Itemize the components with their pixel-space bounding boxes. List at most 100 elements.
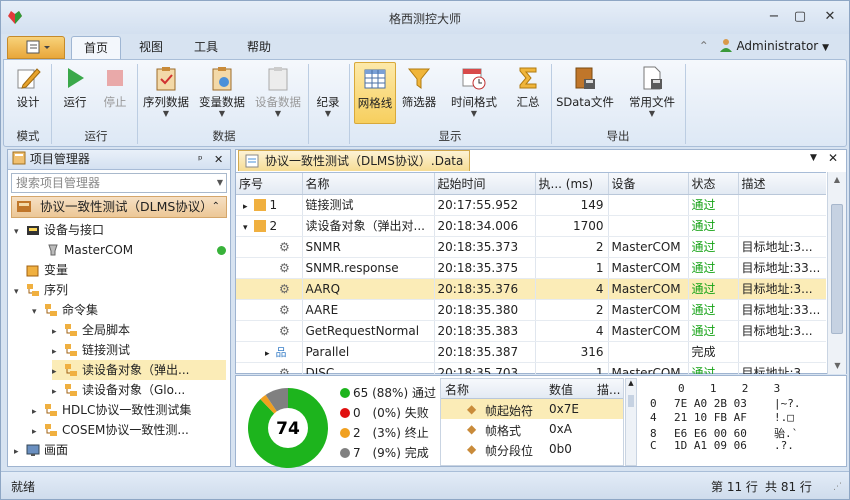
row-device: MasterCOM <box>608 362 689 374</box>
data-document-panel: 协议一致性测试（DLMS协议）.Data ▼ ✕ 序号 名称 起始时间 执...… <box>235 149 847 374</box>
status-text: 就绪 <box>11 480 36 494</box>
scroll-thumb[interactable] <box>831 204 843 334</box>
row-duration: 316 <box>535 341 609 363</box>
props-col-name[interactable]: 名称 <box>445 381 469 398</box>
stop-button[interactable]: 停止 <box>96 62 134 124</box>
tab-view[interactable]: 视图 <box>125 36 177 59</box>
tree-item-mastercom[interactable]: MasterCOM <box>34 240 226 260</box>
row-duration: 4 <box>535 320 609 342</box>
tree-item-cosem-suite[interactable]: ▸ COSEM协议一致性测... <box>32 420 189 440</box>
row-status: 通过 <box>688 320 739 342</box>
tree-item-devices[interactable]: ▾ 设备与接口 <box>14 220 104 240</box>
search-placeholder: 搜索项目管理器 <box>16 176 101 190</box>
close-button[interactable]: ✕ <box>819 8 841 26</box>
tree-item-variables[interactable]: 变量 <box>26 260 68 280</box>
collapse-icon[interactable]: ⌃ <box>212 197 220 217</box>
vertical-scrollbar[interactable]: ▲ ▼ <box>827 172 846 374</box>
pencil-icon <box>17 68 41 89</box>
props-row-selected[interactable]: ◆ 帧起始符 0x7E <box>441 399 623 419</box>
legend-dot <box>340 388 350 398</box>
tab-tools[interactable]: 工具 <box>181 36 231 59</box>
status-row: 第 11 行 <box>711 480 758 494</box>
props-col-value[interactable]: 数值 <box>549 381 573 398</box>
table-row[interactable]: ▸ 品 Parallel 20:18:35.387 316 完成 <box>236 341 826 363</box>
tree-item-sequence[interactable]: ▾ 序列 <box>14 280 68 300</box>
row-description: 目标地址:3... <box>738 362 826 374</box>
col-header-status[interactable]: 状态 <box>688 173 739 195</box>
table-row[interactable]: ⚙ AARE 20:18:35.380 2 MasterCOM 通过 目标地址:33... <box>236 299 826 321</box>
ribbon-tab-bar: 首页 视图 工具 帮助 ⌃ Administrator ▼ <box>1 34 849 59</box>
design-button[interactable]: 设计 <box>8 62 48 124</box>
tab-help[interactable]: 帮助 <box>235 36 283 59</box>
document-save-icon <box>643 66 662 90</box>
table-row[interactable]: ▾ 2 读设备对象（弹出对... 20:18:34.006 1700 通过 <box>236 215 826 237</box>
project-manager-icon <box>12 151 26 165</box>
table-row[interactable]: ⚙ SNMR.response 20:18:35.375 1 MasterCOM 通过 目标… <box>236 257 826 279</box>
pin-icon[interactable]: ᵖ <box>198 150 203 169</box>
expand-icon[interactable]: ▸ <box>243 202 248 212</box>
gear-icon: ⚙ <box>279 323 290 338</box>
col-header-name[interactable]: 名称 <box>302 173 435 195</box>
sdata-file-button[interactable]: SData文件 <box>554 62 616 124</box>
user-menu[interactable]: ⌃ Administrator ▼ <box>699 38 829 53</box>
row-name: SNMR.response <box>302 257 435 279</box>
record-button[interactable]: 纪录 ▼ <box>310 94 346 124</box>
tree-item-link-test[interactable]: ▸ 链接测试 <box>52 340 130 360</box>
tree-item-hdlc-suite[interactable]: ▸ HDLC协议一致性测试集 <box>32 400 191 420</box>
tab-list-icon[interactable]: ▼ <box>810 153 817 163</box>
row-time: 20:18:35.375 <box>434 257 536 279</box>
props-row[interactable]: ◆ 帧分段位 0b0 <box>441 439 623 459</box>
project-selector[interactable]: 协议一致性测试（DLMS协议） ⌃ <box>11 196 227 218</box>
time-format-button[interactable]: 时间格式 ▼ <box>446 62 502 124</box>
table-row-selected[interactable]: ⚙ AARQ 20:18:35.376 4 MasterCOM 通过 目标地址:3... <box>236 278 826 300</box>
col-header-duration[interactable]: 执... (ms) <box>535 173 609 195</box>
scroll-up-icon[interactable]: ▲ <box>828 172 846 188</box>
device-data-button[interactable]: 设备数据 ▼ <box>252 62 304 124</box>
chevron-down-icon[interactable]: ▼ <box>217 174 223 192</box>
panel-close-icon[interactable]: ✕ <box>214 150 223 169</box>
legend-completed: 7 (9%) 完成 <box>340 444 429 461</box>
collapse-ribbon-icon[interactable]: ⌃ <box>699 39 709 53</box>
props-col-desc[interactable]: 描... <box>597 381 620 398</box>
tree-item-screens[interactable]: ▸ 画面 <box>14 440 68 460</box>
run-button[interactable]: 运行 <box>56 62 94 124</box>
row-seq: ▾ 2 <box>236 215 303 237</box>
group-export-label: 导出 <box>606 129 630 143</box>
variable-data-button[interactable]: 变量数据 ▼ <box>196 62 248 124</box>
tree-item-global-script[interactable]: ▸ 全局脚本 <box>52 320 130 340</box>
minimize-button[interactable]: − <box>763 8 785 26</box>
document-close-icon[interactable]: ✕ <box>828 151 838 165</box>
search-input[interactable]: 搜索项目管理器 ▼ <box>11 173 227 193</box>
row-status: 通过 <box>688 362 739 374</box>
col-header-seq[interactable]: 序号 <box>236 173 303 195</box>
legend-aborted: 2 (3%) 终止 <box>340 424 429 441</box>
props-scrollbar[interactable]: ▲ <box>625 378 637 466</box>
document-tab[interactable]: 协议一致性测试（DLMS协议）.Data <box>238 150 470 171</box>
tab-home[interactable]: 首页 <box>71 36 121 59</box>
expand-icon[interactable]: ▸ <box>265 349 270 359</box>
resize-grip-icon[interactable]: ⋰ <box>833 482 842 492</box>
restore-button[interactable]: ▢ <box>789 8 811 26</box>
collapse-icon[interactable]: ▾ <box>243 223 248 233</box>
gridlines-button[interactable]: 网格线 <box>354 62 396 124</box>
props-header: 名称 数值 描... <box>441 379 623 399</box>
table-row[interactable]: ⚙ DISC 20:18:35.703 1 MasterCOM 通过 目标地址:3... <box>236 362 826 374</box>
sequence-data-button[interactable]: 序列数据 ▼ <box>140 62 192 124</box>
col-header-device[interactable]: 设备 <box>608 173 689 195</box>
common-file-button[interactable]: 常用文件 ▼ <box>624 62 680 124</box>
filter-button[interactable]: 筛选器 <box>398 62 440 124</box>
summary-button[interactable]: 汇总 <box>508 62 548 124</box>
network-icon: 品 <box>275 345 287 359</box>
application-menu-button[interactable] <box>7 36 65 59</box>
scroll-down-icon[interactable]: ▼ <box>828 358 847 374</box>
col-header-description[interactable]: 描述 <box>738 173 826 195</box>
table-row[interactable]: ▸ 1 链接测试 20:17:55.952 149 通过 <box>236 194 826 216</box>
props-row[interactable]: ◆ 帧格式 0xA <box>441 419 623 439</box>
tree-item-command-set[interactable]: ▾ 命令集 <box>32 300 98 320</box>
col-header-start-time[interactable]: 起始时间 <box>434 173 536 195</box>
tree-item-read-object-popup[interactable]: ▸ 读设备对象（弹出... <box>52 360 226 380</box>
tree-item-read-object-glo[interactable]: ▸ 读设备对象（Glo... <box>52 380 185 400</box>
table-row[interactable]: ⚙ SNMR 20:18:35.373 2 MasterCOM 通过 目标地址:3... <box>236 236 826 258</box>
table-row[interactable]: ⚙ GetRequestNormal 20:18:35.383 4 MasterCOM 通… <box>236 320 826 342</box>
data-file-icon <box>245 154 259 168</box>
